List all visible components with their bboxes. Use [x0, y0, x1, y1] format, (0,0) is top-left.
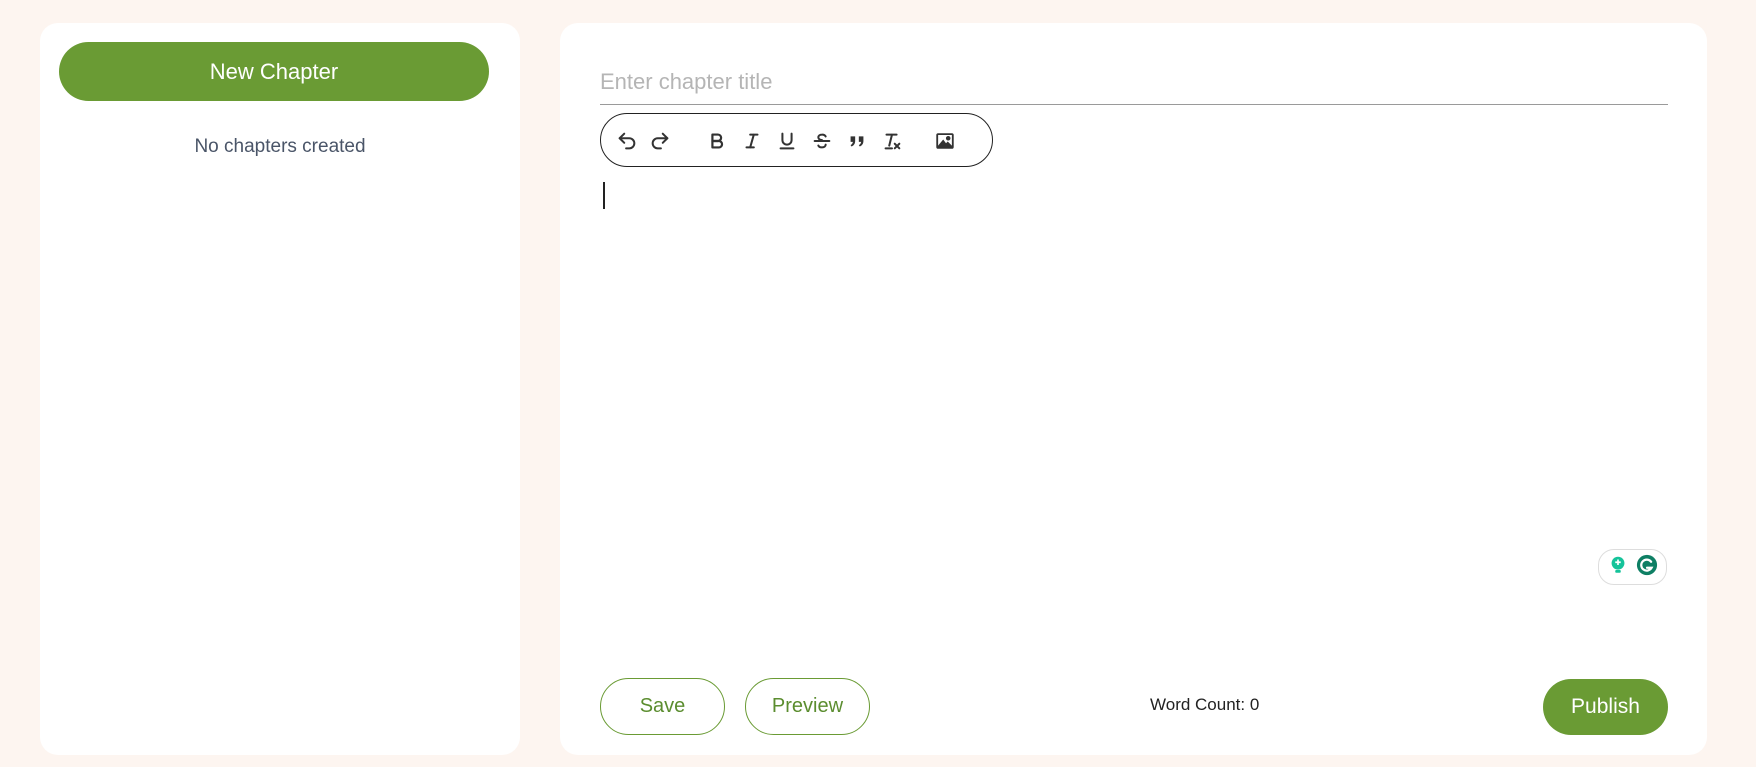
- lightbulb-icon[interactable]: [1607, 554, 1629, 581]
- underline-icon[interactable]: [773, 127, 801, 155]
- bold-icon[interactable]: [703, 127, 731, 155]
- chapter-content-editor[interactable]: [600, 179, 1668, 539]
- new-chapter-button[interactable]: New Chapter: [59, 42, 489, 101]
- italic-icon[interactable]: [738, 127, 766, 155]
- clear-format-icon[interactable]: [878, 127, 906, 155]
- chapter-editor: Save Preview Word Count: 0 Publish: [560, 23, 1707, 755]
- image-icon[interactable]: [931, 127, 959, 155]
- text-cursor: [603, 182, 605, 209]
- save-button[interactable]: Save: [600, 678, 725, 735]
- redo-icon[interactable]: [646, 127, 674, 155]
- blockquote-icon[interactable]: [843, 127, 871, 155]
- chapter-sidebar: New Chapter No chapters created: [40, 23, 520, 755]
- formatting-toolbar: [600, 113, 993, 167]
- undo-icon[interactable]: [613, 127, 641, 155]
- chapter-title-input[interactable]: [600, 60, 1668, 105]
- strikethrough-icon[interactable]: [808, 127, 836, 155]
- grammarly-icon[interactable]: [1636, 554, 1658, 581]
- preview-button[interactable]: Preview: [745, 678, 870, 735]
- grammarly-widget[interactable]: [1598, 549, 1667, 585]
- empty-chapters-message: No chapters created: [194, 136, 366, 157]
- word-count: Word Count: 0: [1150, 695, 1260, 714]
- publish-button[interactable]: Publish: [1543, 679, 1668, 735]
